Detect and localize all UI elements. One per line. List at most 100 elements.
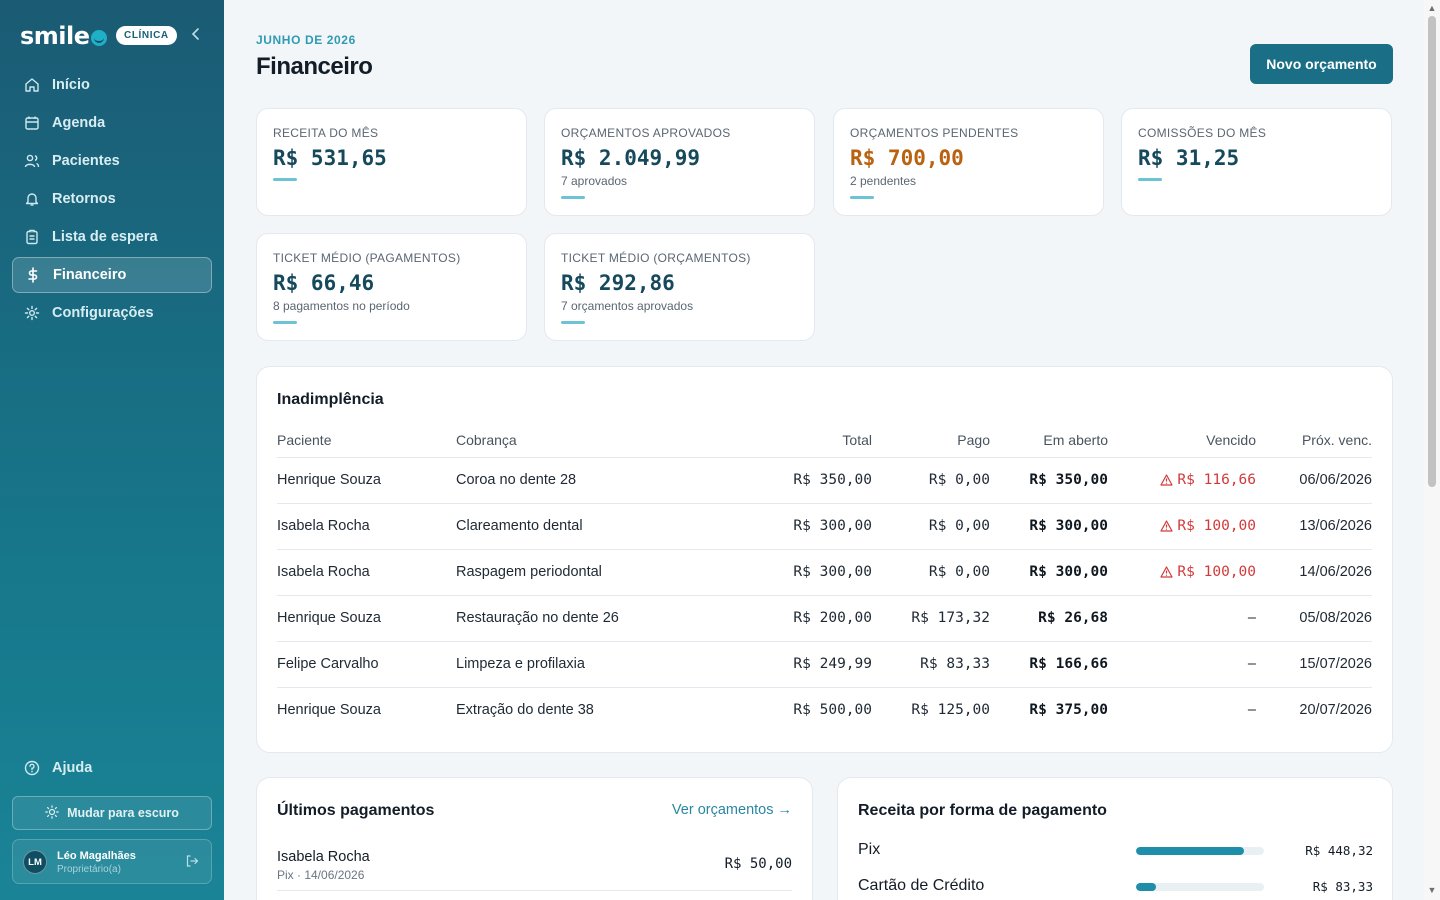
scroll-down-arrow-icon[interactable]: ▼ <box>1427 885 1437 895</box>
clinic-badge: CLÍNICA <box>116 26 177 45</box>
charge-link[interactable]: Coroa no dente 28 <box>456 457 756 504</box>
kpi-value: R$ 2.049,99 <box>561 146 701 170</box>
table-header-row: Paciente Cobrança Total Pago Em aberto V… <box>277 423 1372 458</box>
kpi-subtext: 2 pendentes <box>850 174 917 188</box>
sidebar-item-retornos[interactable]: Retornos <box>12 181 212 217</box>
logo-text: smile <box>20 22 90 50</box>
sidebar-item-label: Agenda <box>52 115 106 131</box>
warning-icon <box>1160 520 1174 532</box>
sidebar-item-inicio[interactable]: Início <box>12 67 212 103</box>
help-link[interactable]: Ajuda <box>24 760 92 776</box>
column-header-total[interactable]: Total <box>756 423 872 458</box>
scroll-up-arrow-icon[interactable]: ▲ <box>1427 3 1437 13</box>
open-cell: R$ 26,68 <box>990 595 1108 642</box>
sidebar-item-label: Pacientes <box>52 153 120 169</box>
kpi-card-monthly-revenue: RECEITA DO MÊS R$ 531,65 <box>256 108 527 216</box>
user-name: Léo Magalhães <box>57 850 136 862</box>
column-header-charge[interactable]: Cobrança <box>456 423 756 458</box>
user-card[interactable]: LM Léo Magalhães Proprietário(a) <box>12 839 212 884</box>
kpi-accent-bar <box>1138 178 1162 181</box>
charge-link[interactable]: Limpeza e profilaxia <box>456 641 756 688</box>
sidebar-item-configuracoes[interactable]: Configurações <box>12 295 212 331</box>
charge-link[interactable]: Raspagem periodontal <box>456 549 756 596</box>
total-cell: R$ 300,00 <box>756 503 872 550</box>
sidebar-item-label: Configurações <box>52 305 154 321</box>
paid-cell: R$ 83,33 <box>872 641 990 688</box>
period-label: JUNHO DE 2026 <box>256 33 356 47</box>
column-header-patient[interactable]: Paciente <box>277 423 456 458</box>
clipboard-icon <box>24 229 40 245</box>
warning-icon <box>1160 566 1174 578</box>
kpi-label: ORÇAMENTOS PENDENTES <box>850 126 1019 140</box>
table-row: Henrique Souza Extração do dente 38 R$ 5… <box>277 687 1372 733</box>
next-due-cell: 14/06/2026 <box>1256 549 1372 596</box>
scrollbar-thumb[interactable] <box>1428 16 1436 487</box>
sidebar-item-label: Início <box>52 77 90 93</box>
sidebar-nav: Início Agenda Pacientes Retornos Lista d… <box>12 67 212 333</box>
page-scrollbar[interactable]: ▲ ▼ <box>1424 0 1440 900</box>
next-due-cell: 05/08/2026 <box>1256 595 1372 642</box>
kpi-accent-bar <box>273 178 297 181</box>
kpi-subtext: 7 orçamentos aprovados <box>561 299 694 313</box>
help-circle-icon <box>24 760 40 776</box>
overdue-cell: R$ 116,66 <box>1108 457 1256 504</box>
sidebar-item-lista-de-espera[interactable]: Lista de espera <box>12 219 212 255</box>
kpi-label: COMISSÕES DO MÊS <box>1138 126 1267 140</box>
overdue-amount: R$ 100,00 <box>1177 518 1256 534</box>
charge-link[interactable]: Restauração no dente 26 <box>456 595 756 642</box>
sidebar-item-label: Lista de espera <box>52 229 158 245</box>
column-header-paid[interactable]: Pago <box>872 423 990 458</box>
kpi-label: ORÇAMENTOS APROVADOS <box>561 126 731 140</box>
table-row: Felipe Carvalho Limpeza e profilaxia R$ … <box>277 641 1372 688</box>
view-budgets-link[interactable]: Ver orçamentos → <box>672 802 792 818</box>
overdue-amount: R$ 100,00 <box>1177 564 1256 580</box>
open-cell: R$ 300,00 <box>990 503 1108 550</box>
logout-icon[interactable] <box>185 854 201 870</box>
open-cell: R$ 166,66 <box>990 641 1108 688</box>
avatar: LM <box>23 850 47 874</box>
sidebar: smile CLÍNICA Início Agenda Pacientes Re… <box>0 0 224 900</box>
bell-icon <box>24 191 40 207</box>
open-cell: R$ 350,00 <box>990 457 1108 504</box>
kpi-value: R$ 66,46 <box>273 271 375 295</box>
kpi-subtext: 8 pagamentos no período <box>273 299 410 313</box>
kpi-accent-bar <box>561 321 585 324</box>
new-budget-button[interactable]: Novo orçamento <box>1250 44 1393 84</box>
delinquency-title: Inadimplência <box>277 391 384 408</box>
chevron-left-icon <box>191 28 199 40</box>
list-item[interactable]: Isabela Rocha Pix · 14/06/2026 R$ 50,00 <box>277 839 792 891</box>
payment-meta: Pix · 14/06/2026 <box>277 868 365 882</box>
collapse-sidebar-button[interactable] <box>188 26 204 46</box>
kpi-accent-bar <box>273 321 297 324</box>
sidebar-item-agenda[interactable]: Agenda <box>12 105 212 141</box>
sidebar-item-pacientes[interactable]: Pacientes <box>12 143 212 179</box>
column-header-open[interactable]: Em aberto <box>990 423 1108 458</box>
column-header-overdue[interactable]: Vencido <box>1108 423 1256 458</box>
kpi-card-pending-budgets: ORÇAMENTOS PENDENTES R$ 700,00 2 pendent… <box>833 108 1104 216</box>
kpi-subtext: 7 aprovados <box>561 174 628 188</box>
kpi-value: R$ 31,25 <box>1138 146 1240 170</box>
charge-link[interactable]: Clareamento dental <box>456 503 756 550</box>
dark-mode-toggle[interactable]: Mudar para escuro <box>12 796 212 830</box>
revenue-by-method-title: Receita por forma de pagamento <box>858 802 1107 819</box>
next-due-cell: 20/07/2026 <box>1299 702 1372 719</box>
paid-cell: R$ 0,00 <box>872 549 990 596</box>
patient-cell: Felipe Carvalho <box>277 641 456 688</box>
kpi-card-approved-budgets: ORÇAMENTOS APROVADOS R$ 2.049,99 7 aprov… <box>544 108 815 216</box>
kpi-accent-bar <box>561 196 585 199</box>
total-cell: R$ 249,99 <box>756 641 872 688</box>
kpi-label: RECEITA DO MÊS <box>273 126 379 140</box>
method-amount: R$ 83,33 <box>1312 879 1373 894</box>
method-bar-fill <box>1136 883 1157 891</box>
page-title: Financeiro <box>256 53 373 80</box>
list-item: Pix R$ 448,32 <box>858 839 1373 863</box>
paid-cell: R$ 0,00 <box>872 503 990 550</box>
sun-icon <box>45 804 59 822</box>
charge-link[interactable]: Extração do dente 38 <box>456 687 756 733</box>
overdue-cell: R$ 100,00 <box>1108 503 1256 550</box>
brand-logo[interactable]: smile <box>20 22 107 50</box>
latest-payments-title: Últimos pagamentos <box>277 802 435 819</box>
column-header-next-due[interactable]: Próx. venc. <box>1256 423 1372 458</box>
user-role: Proprietário(a) <box>57 864 121 875</box>
sidebar-item-financeiro[interactable]: Financeiro <box>12 257 212 293</box>
